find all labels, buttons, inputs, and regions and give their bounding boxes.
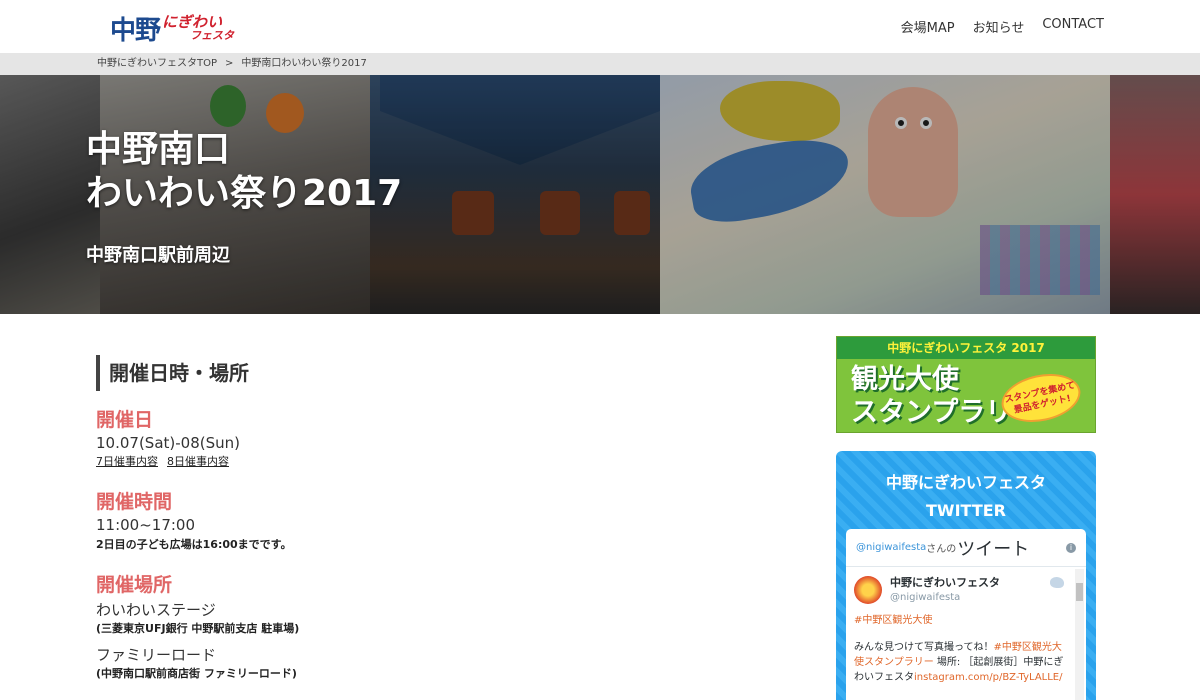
logo-sub-a: にぎわい: [162, 13, 223, 31]
tweet-author-name[interactable]: 中野にぎわいフェスタ: [890, 575, 1000, 590]
venue-name: ファミリーロード: [96, 646, 217, 664]
date-links: 7日催事内容 8日催事内容: [96, 453, 776, 469]
nav-venue-map[interactable]: 会場MAP: [901, 17, 955, 36]
event-info: 開催日時・場所 開催日 10.07(Sat)-08(Sun) 7日催事内容 8日催…: [96, 355, 776, 699]
site-header: 中野 にぎわい フェスタ 会場MAP お知らせ CONTACT: [0, 0, 1200, 53]
venue-label: 開催場所: [96, 574, 173, 596]
twitter-title-line2: TWITTER: [926, 501, 1006, 520]
venue-name: わいわいステージ: [96, 601, 216, 619]
logo-sub-b: フェスタ: [190, 29, 235, 42]
tweet-author-names: 中野にぎわいフェスタ @nigiwaifesta: [890, 575, 1000, 605]
breadcrumb-separator: >: [225, 58, 234, 69]
twitter-widget-title: 中野にぎわいフェスタ TWITTER: [836, 451, 1096, 525]
twitter-timeline[interactable]: @nigiwaifesta さんの ツイート i 中野にぎわいフェスタ @nigiw…: [846, 529, 1086, 700]
time-block: 開催時間 11:00~17:00 2日目の子ども広場は16:00までです。: [96, 487, 776, 552]
logo-sub: にぎわい フェスタ: [162, 13, 235, 42]
hero-subtitle: 中野南口駅前周辺: [86, 245, 230, 266]
venue-note: (中野南口駅前商店街 ファミリーロード): [96, 667, 297, 680]
venue-block: 開催場所 わいわいステージ (三菱東京UFJ銀行 中野駅前支店 駐車場) ファミ…: [96, 570, 776, 681]
section-title: 開催日時・場所: [96, 355, 776, 391]
twitter-title-line1: 中野にぎわいフェスタ: [885, 473, 1046, 492]
link-day7-events[interactable]: 7日催事内容: [96, 455, 158, 468]
link-day8-events[interactable]: 8日催事内容: [167, 455, 229, 468]
timeline-label: ツイート: [957, 538, 1030, 560]
info-icon[interactable]: i: [1066, 542, 1076, 553]
tweet-text: みんな見つけて写真撮ってね！#中野区観光大使スタンプラリー 場所: ［起創展街］…: [854, 640, 1068, 685]
date-value: 10.07(Sat)-08(Sun): [96, 434, 240, 452]
breadcrumb: 中野にぎわいフェスタTOP > 中野南口わいわい祭り2017: [0, 53, 1200, 75]
venue-note: (三菱東京UFJ銀行 中野駅前支店 駐車場): [96, 622, 300, 635]
main-nav: 会場MAP お知らせ CONTACT: [901, 17, 1104, 36]
time-note: 2日目の子ども広場は16:00までです。: [96, 538, 292, 551]
timeline-header: @nigiwaifesta さんの ツイート i: [846, 529, 1086, 567]
timeline-handle-suffix: さんの: [926, 544, 957, 555]
site-logo[interactable]: 中野 にぎわい フェスタ: [110, 12, 235, 46]
time-value: 11:00~17:00: [96, 516, 196, 534]
date-block: 開催日 10.07(Sat)-08(Sun) 7日催事内容 8日催事内容: [96, 405, 776, 469]
tweet-author[interactable]: 中野にぎわいフェスタ @nigiwaifesta: [854, 575, 1068, 605]
hero-title-line1: 中野南口: [86, 129, 231, 170]
stamp-rally-banner[interactable]: 中野にぎわいフェスタ 2017 観光大使 スタンプラリー スタンプを集めて景品を…: [836, 336, 1096, 433]
twitter-bird-icon[interactable]: [1050, 577, 1064, 588]
banner-top-text: 中野にぎわいフェスタ 2017: [837, 337, 1095, 359]
tweet-url-link[interactable]: instagram.com/p/BZ-TyLALLE/: [914, 672, 1063, 683]
time-label: 開催時間: [96, 491, 173, 513]
scrollbar-thumb[interactable]: [1076, 583, 1083, 601]
breadcrumb-home[interactable]: 中野にぎわいフェスタTOP: [97, 58, 217, 69]
timeline-handle-link[interactable]: @nigiwaifesta: [856, 542, 926, 553]
tweet-hashtag[interactable]: #中野区観光大使: [854, 613, 1068, 628]
twitter-widget: 中野にぎわいフェスタ TWITTER @nigiwaifesta さんの ツイート …: [836, 451, 1096, 700]
avatar[interactable]: [854, 576, 882, 604]
hero-title: 中野南口 わいわい祭り2017: [86, 128, 402, 216]
timeline-scrollbar[interactable]: [1075, 569, 1084, 700]
date-label: 開催日: [96, 409, 154, 431]
tweet-author-handle[interactable]: @nigiwaifesta: [890, 590, 1000, 605]
tweet-text-before: みんな見つけて写真撮ってね！: [854, 642, 994, 653]
tweet: 中野にぎわいフェスタ @nigiwaifesta #中野区観光大使 みんな見つけ…: [846, 567, 1086, 685]
nav-news[interactable]: お知らせ: [973, 17, 1025, 36]
breadcrumb-current: 中野南口わいわい祭り2017: [241, 58, 367, 69]
nav-contact[interactable]: CONTACT: [1042, 17, 1104, 36]
hero-title-line2: わいわい祭り2017: [86, 173, 403, 214]
logo-main-text: 中野: [110, 15, 161, 46]
